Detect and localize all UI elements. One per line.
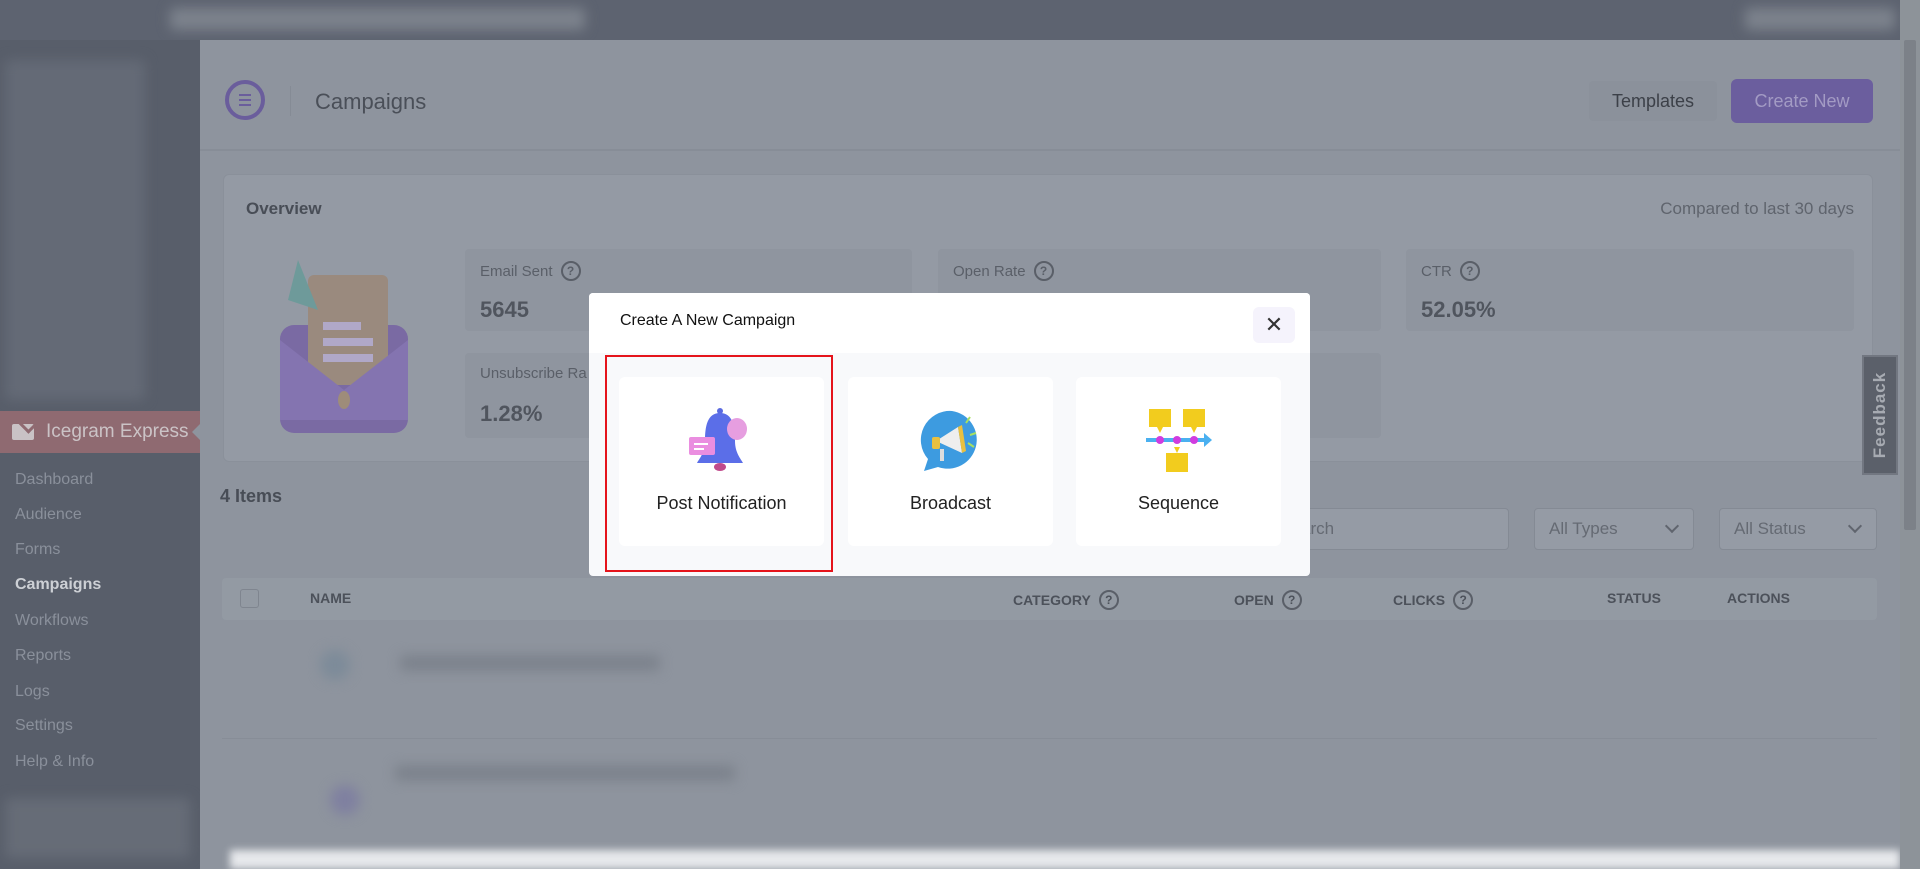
blurred-menu xyxy=(5,60,145,400)
divider xyxy=(200,149,1900,151)
chevron-down-icon xyxy=(1847,518,1863,534)
sidebar-item-forms[interactable]: Forms xyxy=(15,541,60,559)
stat-label: CTR xyxy=(1421,262,1452,280)
column-name[interactable]: NAME xyxy=(310,590,351,606)
stat-ctr: CTR? 52.05% xyxy=(1406,249,1854,331)
table-row-blurred xyxy=(400,655,660,671)
blurred-topbar-text xyxy=(170,8,585,30)
table-row-blurred xyxy=(320,650,350,680)
option-label: Broadcast xyxy=(909,493,992,513)
stat-label: Unsubscribe Ra xyxy=(480,365,587,382)
stat-value: 52.05% xyxy=(1421,297,1496,322)
sidebar-item-logs[interactable]: Logs xyxy=(15,683,50,701)
logo-icon xyxy=(225,80,265,120)
modal-header: Create A New Campaign ✕ xyxy=(589,293,1310,353)
bottom-fade xyxy=(230,850,1900,869)
feedback-label: Feedback xyxy=(1870,371,1889,459)
sidebar-item-audience[interactable]: Audience xyxy=(15,506,82,524)
scrollbar-thumb[interactable] xyxy=(1904,40,1916,530)
overview-compare: Compared to last 30 days xyxy=(1660,199,1854,218)
sidebar-item-settings[interactable]: Settings xyxy=(15,717,73,735)
page-title: Campaigns xyxy=(315,89,427,114)
search-input[interactable]: arch xyxy=(1286,508,1509,550)
column-label: CLICKS xyxy=(1393,592,1446,608)
help-icon[interactable]: ? xyxy=(1033,261,1054,281)
sidebar-item-dashboard[interactable]: Dashboard xyxy=(15,471,93,489)
select-all-checkbox[interactable] xyxy=(240,589,259,608)
status-filter-value: All Status xyxy=(1734,519,1806,538)
help-icon[interactable]: ? xyxy=(1098,590,1119,610)
items-count: 4 Items xyxy=(220,486,283,506)
type-filter-value: All Types xyxy=(1549,519,1618,538)
column-label: CATEGORY xyxy=(1013,592,1091,608)
blurred-user xyxy=(1745,8,1895,30)
column-status: STATUS xyxy=(1607,590,1661,606)
option-sequence[interactable]: Sequence xyxy=(1076,377,1281,546)
close-icon[interactable]: ✕ xyxy=(1253,307,1295,343)
chevron-down-icon xyxy=(1664,518,1680,534)
column-open[interactable]: OPEN? xyxy=(1234,590,1302,610)
column-category[interactable]: CATEGORY? xyxy=(1013,590,1119,610)
sidebar-item-campaigns[interactable]: Campaigns xyxy=(15,576,101,594)
scrollbar[interactable] xyxy=(1900,0,1920,869)
sidebar-item-reports[interactable]: Reports xyxy=(15,647,71,665)
megaphone-icon xyxy=(920,410,977,471)
column-label: OPEN xyxy=(1234,592,1274,608)
sidebar-item-help[interactable]: Help & Info xyxy=(15,753,94,771)
help-icon[interactable]: ? xyxy=(1453,590,1474,610)
overview-title: Overview xyxy=(246,199,322,218)
option-label: Sequence xyxy=(1137,493,1220,513)
sidebar xyxy=(0,40,200,869)
divider xyxy=(290,86,291,116)
sequence-icon xyxy=(1145,409,1212,472)
row-divider xyxy=(222,738,1877,739)
templates-button[interactable]: Templates xyxy=(1589,81,1717,121)
mail-icon xyxy=(12,424,34,440)
table-row-blurred xyxy=(395,765,735,781)
modal-title: Create A New Campaign xyxy=(620,312,796,329)
sidebar-item-icegram-express[interactable]: Icegram Express xyxy=(0,411,200,453)
column-clicks[interactable]: CLICKS? xyxy=(1393,590,1474,610)
stat-label: Open Rate xyxy=(953,262,1026,280)
selection-highlight xyxy=(605,355,833,572)
sidebar-item-workflows[interactable]: Workflows xyxy=(15,612,89,630)
help-icon[interactable]: ? xyxy=(560,261,581,281)
help-icon[interactable]: ? xyxy=(1281,590,1302,610)
blurred-menu-bottom xyxy=(5,798,190,858)
brand-label: Icegram Express xyxy=(46,421,189,442)
stat-value: 5645 xyxy=(480,297,529,322)
campaign-illustration xyxy=(280,260,408,433)
table-row-blurred xyxy=(330,785,360,815)
help-icon[interactable]: ? xyxy=(1459,261,1480,281)
column-actions: ACTIONS xyxy=(1727,590,1790,606)
create-new-button[interactable]: Create New xyxy=(1731,79,1873,123)
stat-label: Email Sent xyxy=(480,262,553,280)
status-filter-select[interactable]: All Status xyxy=(1719,508,1877,550)
option-broadcast[interactable]: Broadcast xyxy=(848,377,1053,546)
feedback-tab[interactable]: Feedback xyxy=(1862,355,1898,475)
stat-value: 1.28% xyxy=(480,401,543,426)
top-bar xyxy=(0,0,1920,40)
type-filter-select[interactable]: All Types xyxy=(1534,508,1694,550)
